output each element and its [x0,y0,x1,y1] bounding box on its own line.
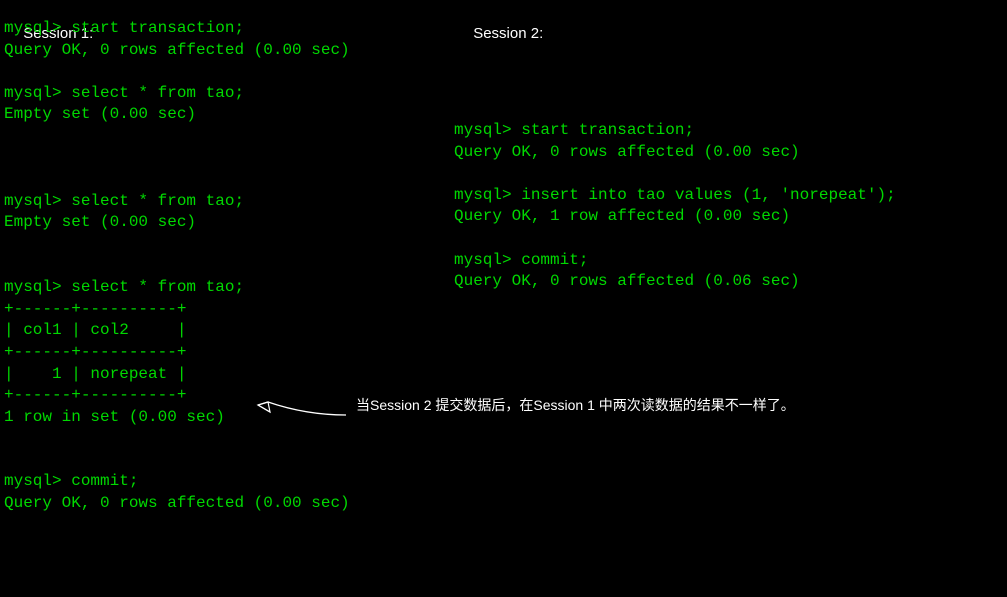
session1-terminal: mysql> start transaction; Query OK, 0 ro… [4,18,350,515]
arrow-icon [256,390,346,420]
session2-terminal: mysql> start transaction; Query OK, 0 ro… [454,120,896,293]
annotation-text: 当Session 2 提交数据后，在Session 1 中两次读数据的结果不一样… [356,396,795,415]
annotation: 当Session 2 提交数据后，在Session 1 中两次读数据的结果不一样… [256,390,795,420]
session2-label: Session 2: [473,25,543,42]
